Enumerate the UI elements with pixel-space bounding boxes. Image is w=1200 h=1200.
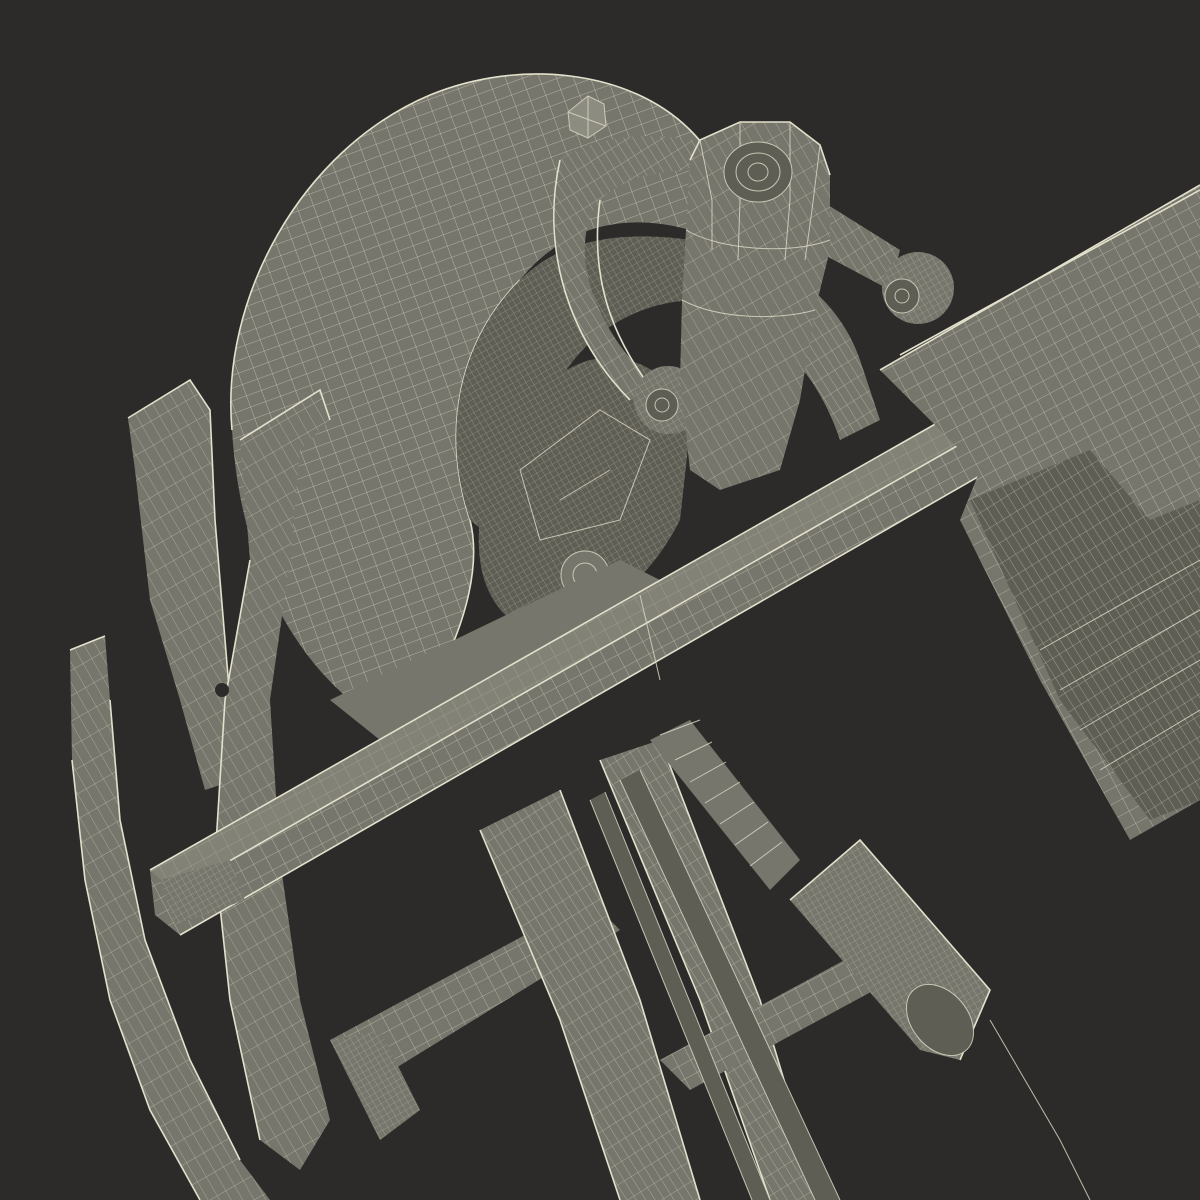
render-viewport [0, 0, 1200, 1200]
suspension-strut [680, 121, 831, 490]
steering-rack [789, 838, 1091, 1200]
strut-top-cap [723, 141, 793, 203]
wireframe-render [69, 73, 1200, 1200]
bushing-right [882, 252, 954, 324]
